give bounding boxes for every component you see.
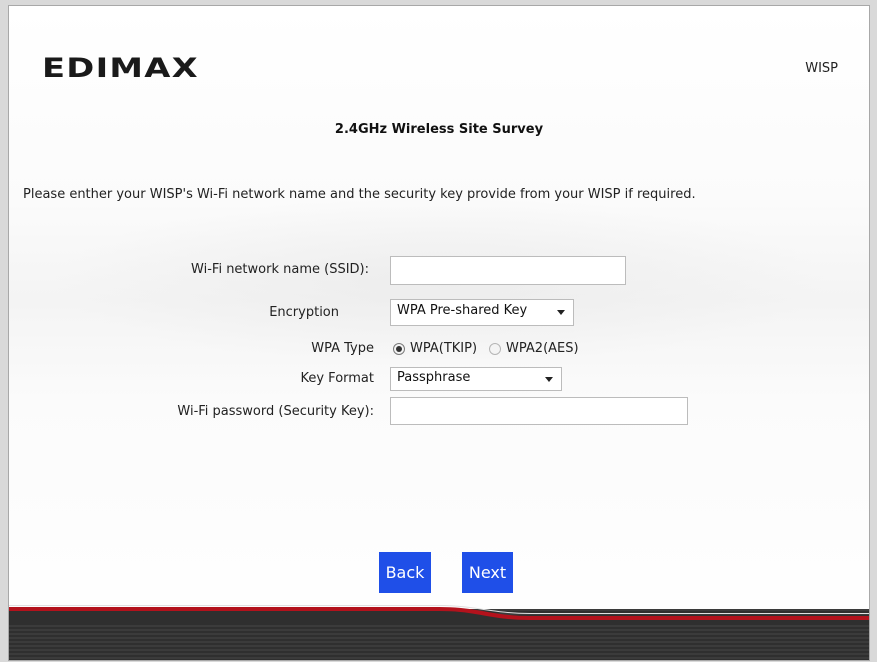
instruction-text: Please enther your WISP's Wi-Fi network … (23, 187, 696, 202)
mode-label: WISP (805, 61, 838, 76)
password-input[interactable] (390, 397, 688, 425)
wpa-tkip-radio[interactable] (393, 342, 405, 355)
footer-swoosh (9, 605, 869, 624)
key-format-selected-value: Passphrase (397, 370, 471, 385)
chevron-down-icon (545, 377, 553, 382)
key-format-label: Key Format (300, 371, 374, 386)
edimax-logo: EDIMAX (42, 53, 199, 84)
password-label: Wi-Fi password (Security Key): (177, 404, 374, 419)
back-button[interactable]: Back (379, 552, 431, 593)
wpa2-aes-label[interactable]: WPA2(AES) (506, 341, 579, 356)
radio-selected-dot (396, 345, 402, 352)
encryption-selected-value: WPA Pre-shared Key (397, 303, 528, 318)
ssid-label: Wi-Fi network name (SSID): (191, 262, 369, 277)
wpa-type-options: WPA(TKIP) WPA2(AES) (393, 341, 579, 356)
encryption-label: Encryption (269, 305, 339, 320)
encryption-select[interactable]: WPA Pre-shared Key (390, 299, 574, 326)
wpa-type-label: WPA Type (311, 341, 374, 356)
key-format-select[interactable]: Passphrase (390, 367, 562, 391)
next-button[interactable]: Next (462, 552, 513, 593)
setup-wizard-frame: EDIMAX WISP 2.4GHz Wireless Site Survey … (8, 5, 870, 661)
chevron-down-icon (557, 310, 565, 315)
ssid-input[interactable] (390, 256, 626, 285)
wpa2-aes-radio[interactable] (489, 342, 502, 355)
wpa-tkip-label[interactable]: WPA(TKIP) (410, 341, 477, 356)
page-title: 2.4GHz Wireless Site Survey (334, 122, 544, 137)
